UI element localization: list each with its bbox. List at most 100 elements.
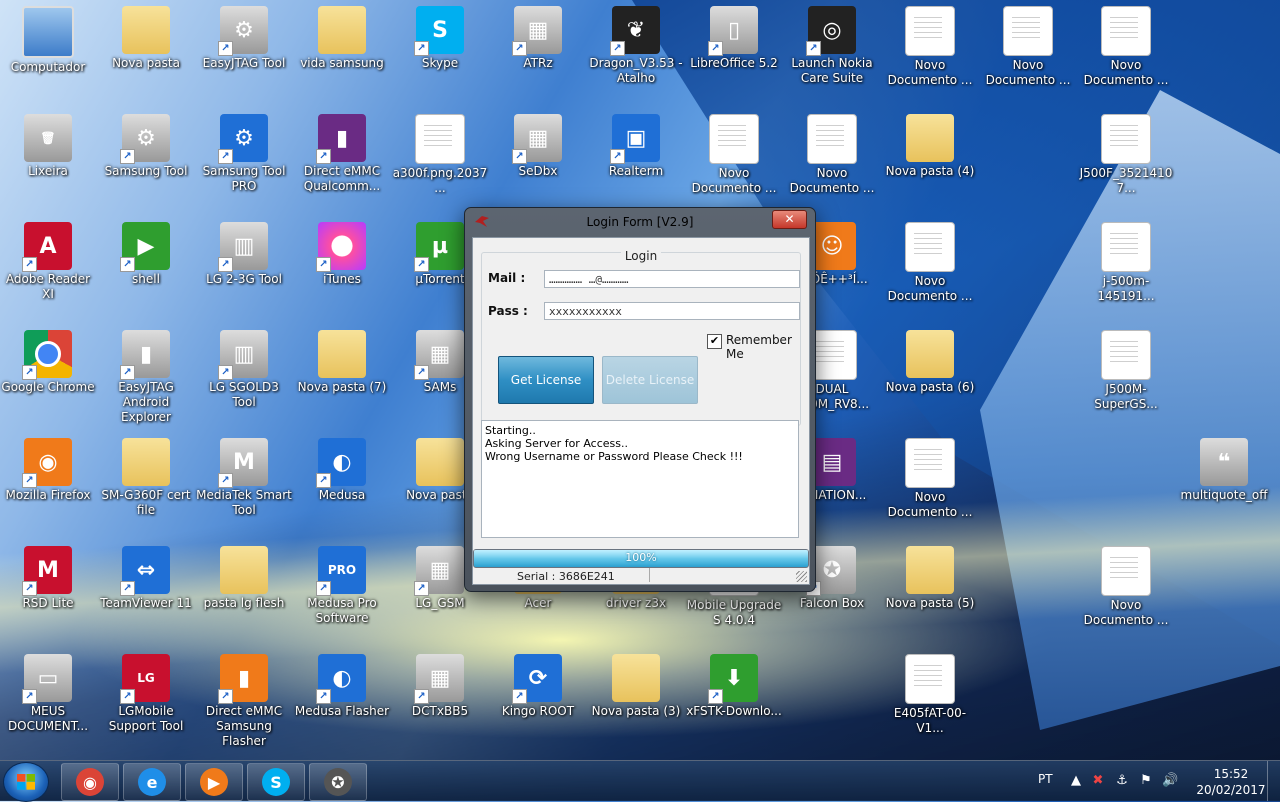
desktop-icon-image: ▭ xyxy=(22,654,72,704)
window-title: Login Form [V2.9] xyxy=(586,215,694,229)
desktop-icon[interactable]: ▤ a300f.png.2037... xyxy=(392,114,488,196)
action-center-icon[interactable]: ⚑ xyxy=(1138,773,1154,789)
desktop-icon[interactable]: ♪iTunes xyxy=(294,222,390,287)
desktop-icon[interactable]: Novo Documento ... xyxy=(1078,6,1174,88)
taskbar-app-falcon-box[interactable]: ✪ xyxy=(309,763,367,801)
desktop-icon[interactable]: ❦Dragon_V3.53 - Atalho xyxy=(588,6,684,86)
desktop-icon[interactable]: ▣Realterm xyxy=(588,114,684,179)
desktop-icon[interactable]: ▥LG SGOLD3 Tool xyxy=(196,330,292,410)
volume-icon[interactable]: 🔊 xyxy=(1162,773,1178,789)
taskbar-app-chrome[interactable]: ◉ xyxy=(61,763,119,801)
desktop-icon-label: Acer xyxy=(524,596,552,610)
desktop-icon[interactable]: pasta lg flesh xyxy=(196,546,292,611)
desktop-icon[interactable]: ▶shell xyxy=(98,222,194,287)
desktop-icon[interactable]: ⇔TeamViewer 11 xyxy=(98,546,194,611)
get-license-button[interactable]: Get License xyxy=(498,356,594,404)
desktop-icon[interactable]: ▦ATRz xyxy=(490,6,586,71)
desktop-icon[interactable]: AAdobe Reader XI xyxy=(0,222,96,302)
show-desktop-button[interactable] xyxy=(1267,761,1280,801)
taskbar-app-media-player[interactable]: ▶ xyxy=(185,763,243,801)
desktop-icon[interactable]: ▦DCTxBB5 xyxy=(392,654,488,719)
desktop-icon[interactable]: Nova pasta (7) xyxy=(294,330,390,395)
desktop-icon[interactable]: E405fAT-00-V1... xyxy=(882,654,978,736)
desktop-icon-image xyxy=(1101,114,1151,164)
tray-expand-icon[interactable]: ▲ xyxy=(1068,773,1084,789)
desktop-icon[interactable]: ⚙EasyJTAG Tool xyxy=(196,6,292,71)
desktop-icon-label: shell xyxy=(132,272,160,286)
desktop-icon-label: Samsung Tool PRO xyxy=(202,164,286,193)
desktop-icon-image: PRO xyxy=(316,546,366,596)
desktop-icon[interactable]: j-500m-145191... xyxy=(1078,222,1174,304)
desktop-icon[interactable]: ⬇xFSTK-Downlo... xyxy=(686,654,782,719)
desktop-icon[interactable]: ⚙Samsung Tool PRO xyxy=(196,114,292,194)
desktop-icon[interactable]: J500F_35214107... xyxy=(1078,114,1174,196)
desktop-icon-image: LG xyxy=(120,654,170,704)
desktop-icon[interactable]: Novo Documento ... xyxy=(882,6,978,88)
delete-license-button[interactable]: Delete License xyxy=(602,356,698,404)
desktop-icon[interactable]: ⟳Kingo ROOT xyxy=(490,654,586,719)
close-button[interactable]: ✕ xyxy=(772,210,807,229)
desktop-icon-label: Dragon_V3.53 - Atalho xyxy=(589,56,683,85)
desktop-icon[interactable]: PROMedusa Pro Software xyxy=(294,546,390,626)
desktop-icon[interactable]: ▥LG 2-3G Tool xyxy=(196,222,292,287)
desktop-icon-image: ▦ xyxy=(414,546,464,596)
desktop-icon[interactable]: J500M-SuperGS... xyxy=(1078,330,1174,412)
desktop-icon[interactable]: SSkype xyxy=(392,6,488,71)
desktop-icon[interactable]: ▭MEUS DOCUMENT... xyxy=(0,654,96,734)
desktop-icon[interactable]: MRSD Lite xyxy=(0,546,96,611)
taskbar: ◉ e ▶ S ✪ PT ▲ ✖ ⚓ ⚑ 🔊 15:52 20/02/2017 xyxy=(0,760,1280,802)
desktop-icon[interactable]: Novo Documento ... xyxy=(882,222,978,304)
desktop-icon[interactable]: Novo Documento ... xyxy=(1078,546,1174,628)
desktop-icon[interactable]: Google Chrome xyxy=(0,330,96,395)
network-error-icon[interactable]: ✖ xyxy=(1090,773,1106,789)
desktop-icon[interactable]: ◎Launch Nokia Care Suite xyxy=(784,6,880,86)
desktop-icon[interactable]: Computador xyxy=(0,6,96,75)
desktop-icon-label: MEUS DOCUMENT... xyxy=(7,704,89,733)
desktop-icon[interactable]: ❝ multiquote_off xyxy=(1176,438,1272,503)
window-titlebar[interactable]: Login Form [V2.9] ✕ xyxy=(465,208,815,236)
desktop-icon[interactable]: ◐Medusa xyxy=(294,438,390,503)
desktop-icon[interactable]: ▮Direct eMMC Qualcomm... xyxy=(294,114,390,194)
desktop-icon[interactable]: LGLGMobile Support Tool xyxy=(98,654,194,734)
desktop-icon[interactable]: Novo Documento ... xyxy=(686,114,782,196)
password-field[interactable]: xxxxxxxxxxx xyxy=(544,302,800,320)
desktop-icon[interactable]: vida samsung xyxy=(294,6,390,71)
desktop-icon-label: iTunes xyxy=(323,272,361,286)
desktop-icon[interactable]: ◐Medusa Flasher xyxy=(294,654,390,719)
system-clock[interactable]: 15:52 20/02/2017 xyxy=(1196,766,1266,798)
resize-grip[interactable] xyxy=(796,571,807,582)
desktop-icon[interactable]: MMediaTek Smart Tool xyxy=(196,438,292,518)
desktop-icon[interactable]: ▯LibreOffice 5.2 xyxy=(686,6,782,71)
desktop-icon[interactable]: Novo Documento ... xyxy=(980,6,1076,88)
taskbar-app-internet-explorer[interactable]: e xyxy=(123,763,181,801)
desktop-icon-image xyxy=(1101,6,1151,56)
desktop-icon[interactable]: Novo Documento ... xyxy=(882,438,978,520)
desktop-icon[interactable]: ▮Direct eMMC Samsung Flasher xyxy=(196,654,292,749)
desktop-icon[interactable]: ▮EasyJTAG Android Explorer xyxy=(98,330,194,425)
desktop-icon[interactable]: Novo Documento ... xyxy=(784,114,880,196)
desktop-icon[interactable]: Nova pasta (4) xyxy=(882,114,978,179)
desktop-icon-label: Nova pasta (4) xyxy=(885,164,975,178)
desktop-icon[interactable]: Nova pasta (3) xyxy=(588,654,684,719)
desktop-icon[interactable]: Nova pasta (6) xyxy=(882,330,978,395)
desktop-icon-image: ⚙ xyxy=(218,114,268,164)
desktop-icon[interactable]: ⚙Samsung Tool xyxy=(98,114,194,179)
remember-me-checkbox[interactable]: ✔ xyxy=(707,334,722,349)
desktop-icon[interactable]: Nova pasta xyxy=(98,6,194,71)
mail-field[interactable]: …………… …@………… xyxy=(544,270,800,288)
desktop-icon[interactable]: SM-G360F cert file xyxy=(98,438,194,518)
desktop-icon-image: ▮ xyxy=(218,654,268,704)
usb-icon[interactable]: ⚓ xyxy=(1114,773,1130,789)
desktop-icon[interactable]: ▦SeDbx xyxy=(490,114,586,179)
window-client-area: Login Mail : …………… …@………… Pass : xxxxxxx… xyxy=(472,237,810,585)
desktop-icon[interactable]: ◉Mozilla Firefox xyxy=(0,438,96,503)
taskbar-app-skype[interactable]: S xyxy=(247,763,305,801)
desktop-icon-label: multiquote_off xyxy=(1180,488,1268,502)
desktop-icon-image: ▤ xyxy=(415,114,465,164)
language-indicator[interactable]: PT xyxy=(1038,772,1053,786)
desktop-icon[interactable]: Nova pasta (5) xyxy=(882,546,978,611)
desktop-icon[interactable]: 🗑 Lixeira xyxy=(0,114,96,179)
desktop-icon-label: Medusa Pro Software xyxy=(307,596,377,625)
desktop-icon-label: RSD Lite xyxy=(22,596,74,610)
start-button[interactable] xyxy=(3,762,49,802)
